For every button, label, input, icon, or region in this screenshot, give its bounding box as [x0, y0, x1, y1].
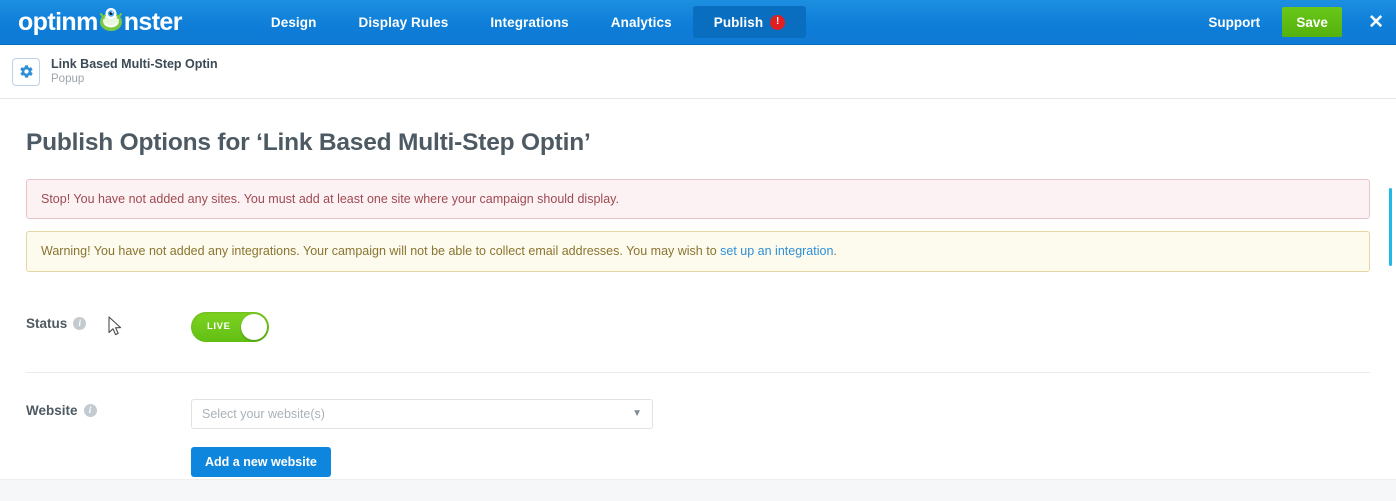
logo-text-part-1: optinm	[18, 7, 98, 36]
website-label: Website	[26, 402, 78, 418]
website-select[interactable]: Select your website(s)	[191, 398, 653, 429]
monster-head-icon	[98, 7, 124, 31]
website-info-icon[interactable]: i	[83, 403, 97, 417]
status-field: LIVE	[191, 311, 1370, 342]
campaign-meta: Link Based Multi-Step Optin Popup	[51, 57, 218, 87]
website-select-wrap: Select your website(s) ▼	[191, 398, 653, 429]
status-toggle-label: LIVE	[207, 321, 231, 332]
website-field: Select your website(s) ▼ Add a new websi…	[191, 398, 1370, 477]
warning-alert-text-before: Warning! You have not added any integrat…	[41, 244, 721, 259]
status-info-icon[interactable]: i	[73, 316, 87, 330]
logo-text-part-2: nster	[123, 7, 183, 36]
vertical-scrollbar-track[interactable]	[1385, 100, 1396, 501]
vertical-scrollbar-thumb[interactable]	[1389, 188, 1392, 266]
status-label: Status	[26, 315, 68, 331]
warning-alert-text-after: .	[833, 244, 837, 259]
nav-label-publish: Publish	[713, 14, 764, 30]
setup-integration-link[interactable]: set up an integration	[720, 244, 833, 258]
publish-alert-badge: !	[770, 14, 786, 30]
add-new-website-button[interactable]: Add a new website	[191, 446, 331, 477]
gear-icon[interactable]	[12, 57, 40, 86]
nav-item-integrations[interactable]: Integrations	[469, 6, 589, 38]
optinmonster-logo[interactable]: optinm nster	[18, 7, 183, 36]
main-nav: Design Display Rules Integrations Analyt…	[250, 0, 807, 45]
nav-label-integrations: Integrations	[490, 14, 569, 30]
nav-item-publish[interactable]: Publish !	[692, 6, 807, 38]
close-icon[interactable]: ✕	[1368, 13, 1384, 32]
top-navigation-bar: optinm nster Design Display Rules Integr…	[0, 0, 1396, 45]
error-alert-text: Stop! You have not added any sites. You …	[41, 192, 619, 206]
publish-options-page: optinm nster Design Display Rules Integr…	[0, 0, 1396, 501]
topbar-actions: Support Save ✕	[1208, 7, 1396, 37]
status-toggle-knob	[241, 313, 267, 340]
support-link[interactable]: Support	[1208, 15, 1260, 30]
main-content: Publish Options for ‘Link Based Multi-St…	[0, 99, 1396, 501]
status-toggle[interactable]: LIVE	[191, 311, 269, 342]
status-label-group: Status i	[26, 312, 191, 331]
error-alert-no-sites: Stop! You have not added any sites. You …	[26, 179, 1370, 220]
campaign-type: Popup	[51, 73, 85, 86]
save-button[interactable]: Save	[1282, 7, 1343, 37]
nav-label-analytics: Analytics	[610, 14, 672, 30]
campaign-name: Link Based Multi-Step Optin	[51, 56, 218, 71]
nav-item-display-rules[interactable]: Display Rules	[337, 6, 469, 38]
campaign-subheader: Link Based Multi-Step Optin Popup	[0, 45, 1396, 99]
nav-item-analytics[interactable]: Analytics	[590, 6, 693, 38]
website-label-group: Website i	[26, 399, 191, 418]
page-title: Publish Options for ‘Link Based Multi-St…	[26, 129, 591, 156]
page-bottom-strip	[0, 479, 1396, 501]
nav-label-display-rules: Display Rules	[358, 14, 449, 30]
warning-alert-no-integrations: Warning! You have not added any integrat…	[26, 231, 1370, 272]
status-row: Status i LIVE	[26, 284, 1370, 372]
nav-label-design: Design	[270, 14, 317, 30]
nav-item-design[interactable]: Design	[250, 6, 338, 38]
